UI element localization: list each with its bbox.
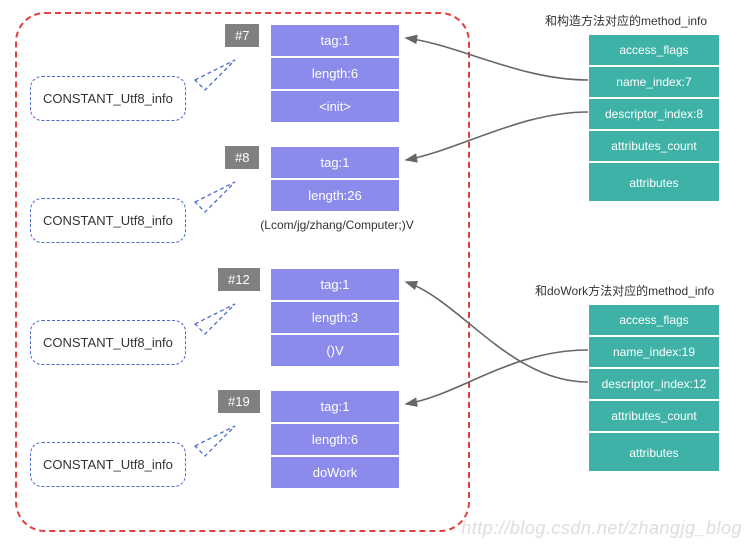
mi-row-attributes: attributes xyxy=(588,162,720,202)
method-info-block-1: access_flags name_index:7 descriptor_ind… xyxy=(588,34,720,202)
tag-row: tag:1 xyxy=(270,268,400,301)
mi-row-descriptor-index: descriptor_index:12 xyxy=(588,368,720,400)
method-info-1-title: 和构造方法对应的method_info xyxy=(545,12,707,29)
method-info-block-2: access_flags name_index:19 descriptor_in… xyxy=(588,304,720,472)
mi-row-attributes-count: attributes_count xyxy=(588,130,720,162)
watermark: http://blog.csdn.net/zhangjg_blog xyxy=(461,518,742,539)
length-row: length:26 xyxy=(270,179,400,212)
constant-block-12: tag:1 length:3 ()V xyxy=(270,268,400,367)
mi-row-access-flags: access_flags xyxy=(588,34,720,66)
mi-row-attributes-count: attributes_count xyxy=(588,400,720,432)
callout-utf8-3: CONSTANT_Utf8_info xyxy=(30,320,186,365)
index-badge-12: #12 xyxy=(218,268,260,291)
constant-block-19: tag:1 length:6 doWork xyxy=(270,390,400,489)
mi-row-name-index: name_index:19 xyxy=(588,336,720,368)
mi-row-name-index: name_index:7 xyxy=(588,66,720,98)
value-row: <init> xyxy=(270,90,400,123)
tag-row: tag:1 xyxy=(270,146,400,179)
index-badge-8: #8 xyxy=(225,146,259,169)
callout-utf8-4: CONSTANT_Utf8_info xyxy=(30,442,186,487)
constant-block-7: tag:1 length:6 <init> xyxy=(270,24,400,123)
callout-utf8-2: CONSTANT_Utf8_info xyxy=(30,198,186,243)
mi-row-descriptor-index: descriptor_index:8 xyxy=(588,98,720,130)
mi-row-attributes: attributes xyxy=(588,432,720,472)
index-badge-7: #7 xyxy=(225,24,259,47)
tag-row: tag:1 xyxy=(270,24,400,57)
length-row: length:6 xyxy=(270,423,400,456)
constant-block-8: tag:1 length:26 xyxy=(270,146,400,212)
tag-row: tag:1 xyxy=(270,390,400,423)
length-row: length:6 xyxy=(270,57,400,90)
mi-row-access-flags: access_flags xyxy=(588,304,720,336)
value-row: doWork xyxy=(270,456,400,489)
value-row: (Lcom/jg/zhang/Computer;)V xyxy=(252,218,422,232)
method-info-2-title: 和doWork方法对应的method_info xyxy=(535,282,714,299)
index-badge-19: #19 xyxy=(218,390,260,413)
length-row: length:3 xyxy=(270,301,400,334)
value-row: ()V xyxy=(270,334,400,367)
callout-utf8-1: CONSTANT_Utf8_info xyxy=(30,76,186,121)
